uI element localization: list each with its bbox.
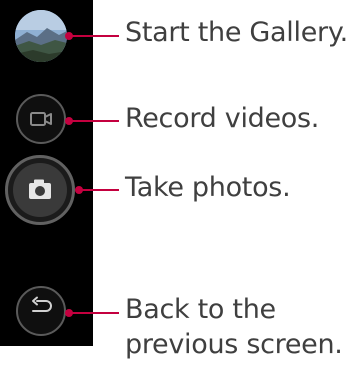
landscape-thumbnail-icon [15,10,67,62]
back-callout-line2: previous screen. [125,329,343,360]
record-video-button[interactable] [16,94,66,144]
photo-leader-line [80,189,119,191]
back-callout-line1: Back to the [125,294,276,325]
gallery-thumbnail-button[interactable] [15,10,67,62]
video-camera-icon [30,112,52,126]
camera-icon [29,179,51,199]
photo-callout: Take photos. [125,172,291,203]
gallery-callout: Start the Gallery. [125,17,348,48]
record-callout: Record videos. [125,103,320,134]
gallery-leader-line [70,35,119,37]
record-leader-line [70,120,119,122]
take-photo-button[interactable] [5,155,75,225]
back-leader-line [70,312,119,314]
back-button[interactable] [16,286,66,336]
camera-controls-diagram: Start the Gallery. Record videos. Take p… [0,0,361,366]
back-arrow-icon [32,296,52,312]
